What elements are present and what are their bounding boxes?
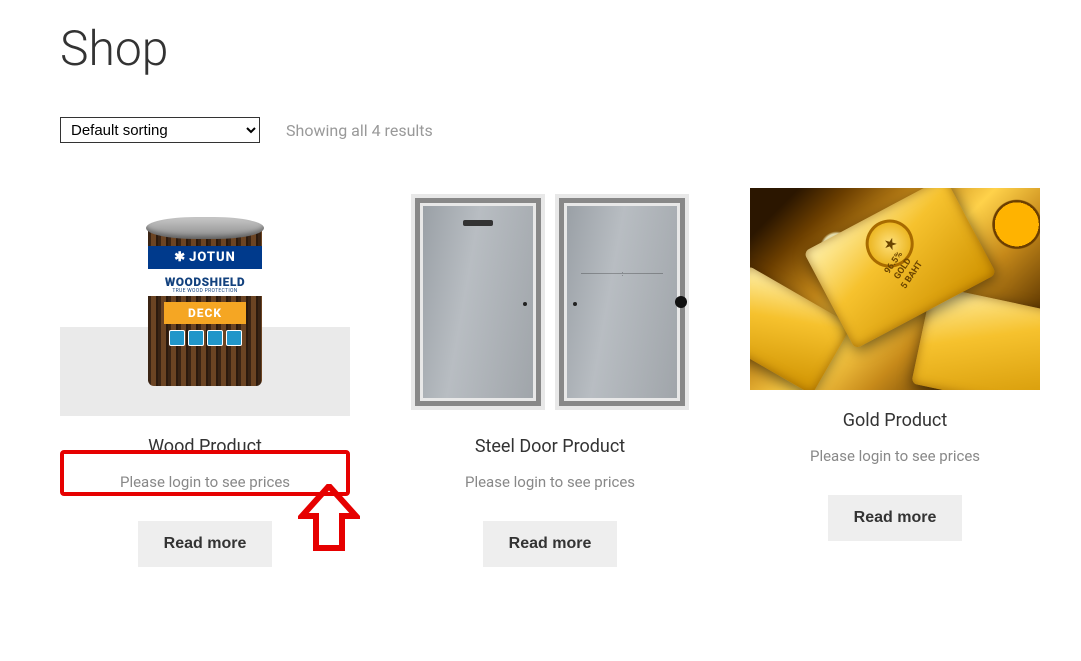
door-icon bbox=[411, 194, 545, 410]
read-more-button[interactable]: Read more bbox=[138, 521, 273, 567]
product-card[interactable]: Steel Door Product Please login to see p… bbox=[405, 188, 695, 567]
product-variant: DECK bbox=[164, 302, 246, 324]
price-notice[interactable]: Please login to see prices bbox=[405, 473, 695, 491]
read-more-button[interactable]: Read more bbox=[828, 495, 963, 541]
product-card[interactable]: ★ 96.5% GOLD 5 BAHT Gold Product Please … bbox=[750, 188, 1040, 541]
product-grid: ✱ JOTUN WOODSHIELD TRUE WOOD PROTECTION … bbox=[60, 188, 1021, 567]
page-title: Shop bbox=[60, 20, 1021, 77]
product-line: WOODSHIELD bbox=[165, 275, 245, 289]
sort-select[interactable]: Default sorting bbox=[60, 117, 260, 143]
results-count: Showing all 4 results bbox=[286, 121, 433, 140]
product-image: ★ 96.5% GOLD 5 BAHT bbox=[750, 188, 1040, 390]
feature-icons bbox=[148, 330, 262, 346]
paint-can-icon: ✱ JOTUN WOODSHIELD TRUE WOOD PROTECTION … bbox=[146, 217, 264, 387]
price-notice[interactable]: Please login to see prices bbox=[60, 473, 350, 491]
toolbar: Default sorting Showing all 4 results bbox=[60, 117, 1021, 143]
door-icon bbox=[555, 194, 689, 410]
price-notice[interactable]: Please login to see prices bbox=[750, 447, 1040, 465]
brand-text: JOTUN bbox=[189, 250, 236, 265]
product-title: Steel Door Product bbox=[405, 436, 695, 457]
door-knob-icon bbox=[675, 296, 687, 308]
annotation-arrow-icon bbox=[298, 484, 360, 556]
brand-glyph: ✱ bbox=[174, 250, 186, 265]
read-more-button[interactable]: Read more bbox=[483, 521, 618, 567]
product-title: Gold Product bbox=[750, 410, 1040, 431]
product-image bbox=[405, 188, 695, 416]
product-card[interactable]: ✱ JOTUN WOODSHIELD TRUE WOOD PROTECTION … bbox=[60, 188, 350, 567]
product-image: ✱ JOTUN WOODSHIELD TRUE WOOD PROTECTION … bbox=[60, 188, 350, 416]
product-title: Wood Product bbox=[60, 436, 350, 457]
